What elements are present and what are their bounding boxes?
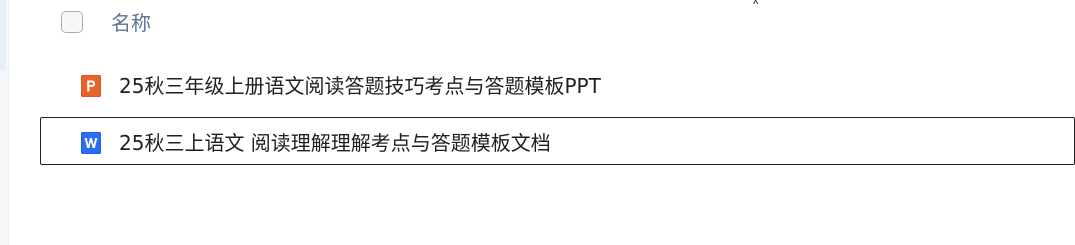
select-all-checkbox[interactable] xyxy=(61,11,83,33)
word-file-icon xyxy=(81,132,101,154)
file-row-ppt[interactable]: 25秋三年级上册语文阅读答题技巧考点与答题模板PPT xyxy=(40,60,1075,108)
file-name-ppt[interactable]: 25秋三年级上册语文阅读答题技巧考点与答题模板PPT xyxy=(119,72,601,100)
file-row-doc[interactable]: 25秋三上语文 阅读理解理解考点与答题模板文档 xyxy=(40,117,1075,165)
file-name-doc[interactable]: 25秋三上语文 阅读理解理解考点与答题模板文档 xyxy=(119,129,551,157)
powerpoint-file-icon xyxy=(81,75,101,97)
file-list-header: 名称 xyxy=(40,0,1075,48)
file-list: 25秋三年级上册语文阅读答题技巧考点与答题模板PPT 25秋三上语文 阅读理解理… xyxy=(40,60,1075,174)
left-panel-highlight xyxy=(0,0,6,70)
left-panel-edge xyxy=(0,0,9,245)
name-column-header[interactable]: 名称 xyxy=(111,9,151,37)
